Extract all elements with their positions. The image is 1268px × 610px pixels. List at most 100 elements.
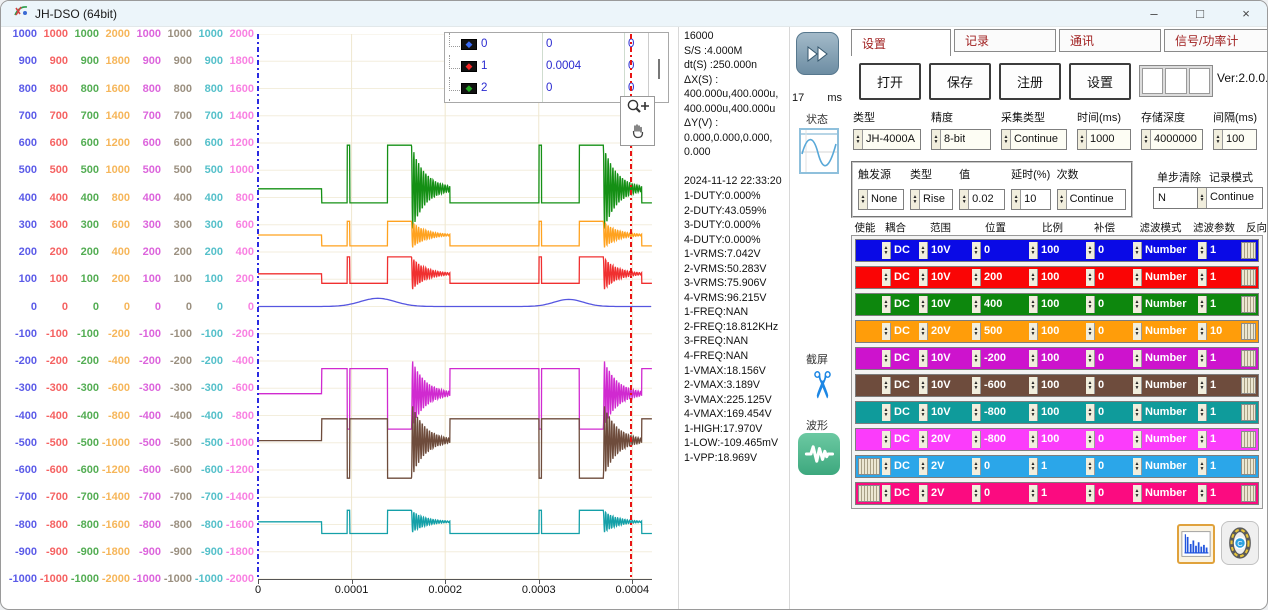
plot-toolbox[interactable]: [620, 96, 655, 146]
spin-down-icon[interactable]: ▼: [1088, 467, 1093, 472]
spin-down-icon[interactable]: ▼: [1088, 440, 1093, 445]
spinner-icon[interactable]: ▲▼: [882, 350, 891, 367]
channel-field[interactable]: ▲▼100: [1029, 404, 1086, 421]
trigger-field[interactable]: ▲▼Rise: [910, 189, 953, 210]
legend-row[interactable]: ◆10.00040: [445, 55, 668, 77]
channel-field[interactable]: ▲▼10V: [919, 269, 972, 286]
spin-down-icon[interactable]: ▼: [1135, 251, 1140, 256]
spin-down-icon[interactable]: ▼: [921, 332, 926, 337]
spin-down-icon[interactable]: ▼: [1200, 332, 1205, 337]
tab-2[interactable]: 记录: [954, 29, 1056, 52]
param-field[interactable]: ▲▼100: [1213, 129, 1257, 150]
spin-down-icon[interactable]: ▼: [1144, 140, 1149, 145]
spin-down-icon[interactable]: ▼: [921, 413, 926, 418]
channel-invert-toggle[interactable]: [1241, 404, 1256, 421]
channel-field[interactable]: ▲▼10V: [919, 350, 972, 367]
spinner-icon[interactable]: ▲▼: [972, 458, 981, 475]
spin-down-icon[interactable]: ▼: [1135, 494, 1140, 499]
spinner-icon[interactable]: ▲▼: [1198, 458, 1207, 475]
spinner-icon[interactable]: ▲▼: [1133, 323, 1142, 340]
spinner-icon[interactable]: ▲▼: [1133, 431, 1142, 448]
spinner-icon[interactable]: ▲▼: [1029, 485, 1038, 502]
spin-down-icon[interactable]: ▼: [1135, 332, 1140, 337]
channel-field[interactable]: ▲▼100: [1029, 377, 1086, 394]
channel-invert-toggle[interactable]: [1241, 458, 1256, 475]
param-field[interactable]: ▲▼JH-4000A: [853, 129, 921, 150]
spinner-icon[interactable]: ▲▼: [972, 350, 981, 367]
channel-field[interactable]: ▲▼DC: [882, 404, 919, 421]
channel-field[interactable]: ▲▼1: [1198, 404, 1233, 421]
channel-enable-toggle[interactable]: [858, 377, 880, 394]
spinner-icon[interactable]: ▲▼: [1029, 269, 1038, 286]
spin-down-icon[interactable]: ▼: [974, 332, 979, 337]
spin-down-icon[interactable]: ▼: [1135, 359, 1140, 364]
spin-down-icon[interactable]: ▼: [1031, 467, 1036, 472]
spinner-icon[interactable]: ▲▼: [919, 377, 928, 394]
status-wave-icon[interactable]: [799, 128, 839, 174]
spinner-icon[interactable]: ▲▼: [1029, 350, 1038, 367]
waveform-button[interactable]: [798, 433, 840, 475]
spinner-icon[interactable]: ▲▼: [1058, 190, 1067, 209]
channel-field[interactable]: ▲▼-200: [972, 350, 1029, 367]
channel-field[interactable]: ▲▼0: [1086, 377, 1133, 394]
channel-field[interactable]: ▲▼0: [972, 458, 1029, 475]
spinner-icon[interactable]: ▲▼: [1133, 296, 1142, 313]
spinner-icon[interactable]: ▲▼: [1198, 323, 1207, 340]
channel-field[interactable]: ▲▼DC: [882, 377, 919, 394]
spin-down-icon[interactable]: ▼: [1200, 494, 1205, 499]
channel-field[interactable]: ▲▼Number: [1133, 323, 1198, 340]
spin-down-icon[interactable]: ▼: [1031, 494, 1036, 499]
spinner-icon[interactable]: ▲▼: [1086, 485, 1095, 502]
tab-3[interactable]: 通讯: [1059, 29, 1161, 52]
channel-field[interactable]: ▲▼Number: [1133, 350, 1198, 367]
spin-down-icon[interactable]: ▼: [921, 440, 926, 445]
cursor-legend[interactable]: ◆000◆10.00040◆200◆3: [444, 32, 669, 103]
channel-field[interactable]: ▲▼Number: [1133, 458, 1198, 475]
button-2[interactable]: 保存: [929, 63, 991, 100]
spin-down-icon[interactable]: ▼: [1216, 140, 1221, 145]
spinner-icon[interactable]: ▲▼: [1086, 242, 1095, 259]
channel-field[interactable]: ▲▼DC: [882, 350, 919, 367]
spin-down-icon[interactable]: ▼: [1031, 305, 1036, 310]
channel-field[interactable]: ▲▼DC: [882, 431, 919, 448]
channel-field[interactable]: ▲▼1: [1198, 242, 1233, 259]
spin-down-icon[interactable]: ▼: [1031, 278, 1036, 283]
channel-field[interactable]: ▲▼20V: [919, 323, 972, 340]
spinner-icon[interactable]: ▲▼: [1198, 431, 1207, 448]
spin-down-icon[interactable]: ▼: [884, 494, 889, 499]
spinner-icon[interactable]: ▲▼: [1133, 485, 1142, 502]
channel-enable-toggle[interactable]: [858, 296, 880, 313]
spinner-icon[interactable]: ▲▼: [972, 431, 981, 448]
spin-down-icon[interactable]: ▼: [884, 413, 889, 418]
spinner-icon[interactable]: ▲▼: [1002, 130, 1011, 149]
spin-down-icon[interactable]: ▼: [1200, 467, 1205, 472]
spinner-icon[interactable]: ▲▼: [1133, 404, 1142, 421]
spinner-icon[interactable]: ▲▼: [972, 377, 981, 394]
channel-field[interactable]: ▲▼10V: [919, 242, 972, 259]
spin-down-icon[interactable]: ▼: [1004, 140, 1009, 145]
spin-down-icon[interactable]: ▼: [856, 140, 861, 145]
channel-field[interactable]: ▲▼DC: [882, 323, 919, 340]
spinner-icon[interactable]: ▲▼: [1086, 269, 1095, 286]
rotate-sync-button[interactable]: C: [1221, 521, 1259, 565]
channel-field[interactable]: ▲▼100: [1029, 431, 1086, 448]
maximize-button[interactable]: □: [1177, 1, 1223, 27]
channel-field[interactable]: ▲▼Number: [1133, 269, 1198, 286]
button-1[interactable]: 打开: [859, 63, 921, 100]
spin-down-icon[interactable]: ▼: [1088, 251, 1093, 256]
channel-enable-toggle[interactable]: [858, 404, 880, 421]
spinner-icon[interactable]: ▲▼: [919, 350, 928, 367]
spinner-icon[interactable]: ▲▼: [882, 404, 891, 421]
spin-down-icon[interactable]: ▼: [1031, 359, 1036, 364]
channel-invert-toggle[interactable]: [1241, 350, 1256, 367]
channel-invert-toggle[interactable]: [1241, 485, 1256, 502]
spin-down-icon[interactable]: ▼: [884, 305, 889, 310]
run-fast-forward-button[interactable]: [796, 32, 839, 75]
channel-enable-toggle[interactable]: [858, 242, 880, 259]
channel-field[interactable]: ▲▼2V: [919, 485, 972, 502]
spinner-icon[interactable]: ▲▼: [1029, 323, 1038, 340]
trigger-field[interactable]: ▲▼0.02: [959, 189, 1005, 210]
channel-field[interactable]: ▲▼10V: [919, 296, 972, 313]
spinner-icon[interactable]: ▲▼: [1198, 485, 1207, 502]
spinner-icon[interactable]: ▲▼: [1198, 296, 1207, 313]
